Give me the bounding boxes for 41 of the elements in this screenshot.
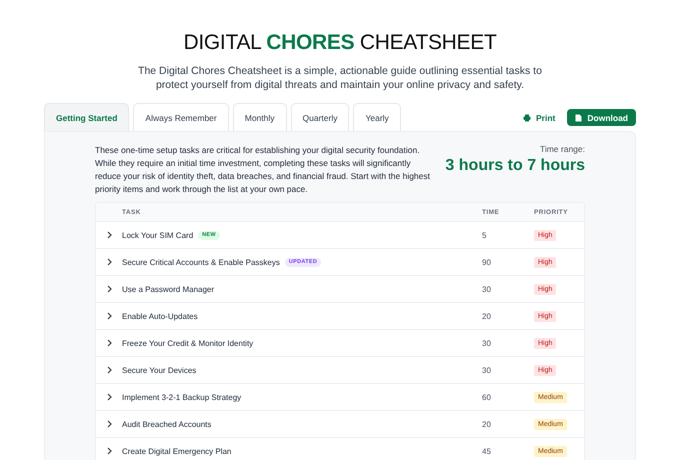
chevron-icon[interactable] — [106, 339, 112, 347]
tab[interactable]: Getting Started — [44, 103, 130, 131]
chevron-icon[interactable] — [106, 231, 112, 239]
task-time: 30 — [482, 284, 492, 294]
chevron-icon[interactable] — [106, 447, 112, 455]
page-title: DIGITAL CHORES CHEATSHEET — [184, 31, 496, 55]
task-name: Secure Critical Accounts & Enable Passkeys — [122, 258, 280, 266]
chevron-icon[interactable] — [106, 366, 112, 374]
task-time: 20 — [482, 420, 492, 428]
file-icon — [575, 114, 582, 122]
task-time: 45 — [482, 446, 492, 456]
tab[interactable]: Always Remember — [133, 103, 229, 131]
task-name: Use a Password Manager — [122, 284, 214, 294]
chevron-icon[interactable] — [106, 420, 112, 428]
task-time: 20 — [482, 312, 492, 320]
chevron-icon[interactable] — [106, 285, 112, 293]
task-name: Audit Breached Accounts — [122, 420, 212, 428]
tab[interactable]: Yearly — [353, 103, 401, 131]
chevron-icon[interactable] — [106, 312, 112, 320]
task-time: 5 — [482, 230, 488, 240]
tab[interactable]: Quarterly — [290, 103, 350, 131]
task-name: Freeze Your Credit & Monitor Identity — [122, 338, 254, 348]
task-time: 90 — [482, 258, 492, 266]
chevron-icon[interactable] — [106, 393, 112, 401]
printer-icon — [523, 114, 532, 122]
task-name: Secure Your Devices — [122, 366, 196, 374]
intro-text: These one-time setup tasks are critical for establishing your digital security foundation. While they require an initial time investment, completing these tasks will significantly reduce your risk of identity theft, data breaches, and financial fraud. Start with the highest priority items and work through the list at your own pace. — [95, 144, 431, 196]
task-name: Create Digital Emergency Plan — [122, 446, 232, 456]
time-range-value: 3 hours to 7 hours — [445, 157, 585, 175]
time-range-label: Time range: — [540, 144, 585, 154]
tab[interactable]: Monthly — [232, 103, 286, 131]
task-name: Lock Your SIM Card — [122, 230, 194, 240]
page-subtitle: The Digital Chores Cheatsheet is a simple, actionable guide outlining essential tasks to protect yourself from digital threats and maintain your online privacy and safety. — [137, 64, 543, 92]
task-name: Implement 3-2-1 Backup Strategy — [122, 392, 242, 402]
task-time: 30 — [482, 338, 492, 348]
task-time: 30 — [482, 366, 492, 374]
print-button[interactable]: Print — [515, 109, 564, 126]
task-time: 60 — [482, 392, 492, 402]
task-name: Enable Auto-Updates — [122, 312, 198, 320]
chevron-icon[interactable] — [106, 258, 112, 266]
download-button[interactable]: Download — [567, 109, 636, 126]
